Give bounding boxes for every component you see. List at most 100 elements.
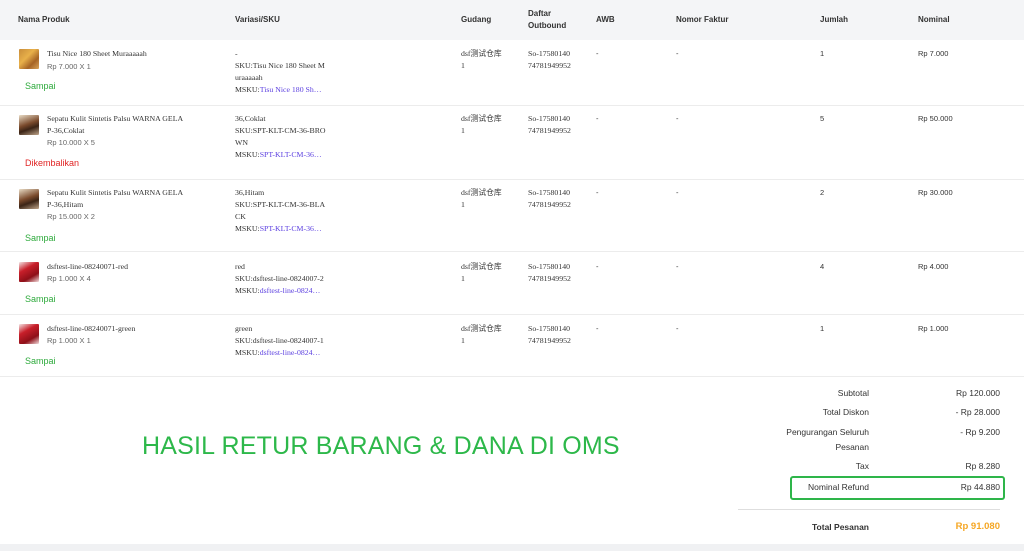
sku-line1: SKU:SPT-KLT-CM-36-BRO <box>235 126 326 135</box>
warehouse-line2: 1 <box>461 200 465 209</box>
warehouse-line2: 1 <box>461 336 465 345</box>
header-outbound-line2: Outbound <box>528 21 567 30</box>
variant-name: red <box>235 262 245 271</box>
sku-line1: SKU:dsftest-line-0824007-1 <box>235 336 324 345</box>
subtotal-label: Subtotal <box>837 388 869 398</box>
warehouse-line2: 1 <box>461 61 465 70</box>
header-warehouse: Gudang <box>461 15 492 24</box>
outbound-line2: 74781949952 <box>528 61 571 70</box>
header-qty: Jumlah <box>820 15 849 24</box>
discount-label: Total Diskon <box>822 407 869 417</box>
qty-value: 4 <box>820 262 825 271</box>
awb-value: - <box>596 114 599 123</box>
reduction-label-line1: Pengurangan Seluruh <box>786 427 869 437</box>
header-outbound-line1: Daftar <box>528 9 552 18</box>
product-name: Tisu Nice 180 Sheet Muraaaaah <box>47 49 147 58</box>
outbound-line2: 74781949952 <box>528 336 571 345</box>
variant-name: green <box>235 324 253 333</box>
msku-link[interactable]: dsftest-line-0824… <box>260 348 321 357</box>
msku-label: MSKU: <box>235 348 260 357</box>
msku-link[interactable]: dsftest-line-0824… <box>260 286 321 295</box>
status-badge: Sampai <box>25 356 56 366</box>
warehouse-line1: dsf测试仓库 <box>461 114 502 123</box>
table-row[interactable]: Sepatu Kulit Sintetis Palsu WARNA GELA P… <box>0 106 1024 180</box>
table-row[interactable]: Tisu Nice 180 Sheet Muraaaaah Rp 7.000 X… <box>0 40 1024 106</box>
invoice-value: - <box>676 262 679 271</box>
outbound-line1: So-17580140 <box>528 262 571 271</box>
amount-value: Rp 30.000 <box>918 188 953 197</box>
msku-link[interactable]: SPT-KLT-CM-36… <box>260 224 322 233</box>
msku: MSKU:SPT-KLT-CM-36… <box>235 149 322 162</box>
warehouse-line1: dsf测试仓库 <box>461 188 502 197</box>
product-price: Rp 1.000 X 1 <box>47 336 91 345</box>
qty-value: 1 <box>820 324 825 333</box>
qty-value: 2 <box>820 188 825 197</box>
subtotal-value: Rp 120.000 <box>956 388 1000 398</box>
header-product: Nama Produk <box>18 15 70 24</box>
product-name: dsftest-line-08240071-red <box>47 262 128 271</box>
shoe-thumbnail <box>19 189 39 209</box>
outbound-line2: 74781949952 <box>528 274 571 283</box>
amount-value: Rp 50.000 <box>918 114 953 123</box>
status-badge: Sampai <box>25 294 56 304</box>
table-row[interactable]: Sepatu Kulit Sintetis Palsu WARNA GELA P… <box>0 180 1024 252</box>
msku: MSKU:dsftest-line-0824… <box>235 285 320 298</box>
product-price: Rp 15.000 X 2 <box>47 212 95 221</box>
warehouse-line1: dsf测试仓库 <box>461 324 502 333</box>
shoe-thumbnail <box>19 115 39 135</box>
table-header: Nama Produk Variasi/SKU Gudang Daftar Ou… <box>0 0 1024 40</box>
msku-label: MSKU: <box>235 286 260 295</box>
outbound-line1: So-17580140 <box>528 114 571 123</box>
awb-value: - <box>596 262 599 271</box>
sku-line2: CK <box>235 212 246 221</box>
product-price: Rp 7.000 X 1 <box>47 62 91 71</box>
total-value: Rp 91.080 <box>955 521 1000 532</box>
product-name-line1: Sepatu Kulit Sintetis Palsu WARNA GELA <box>47 188 184 197</box>
table-row[interactable]: dsftest-line-08240071-red Rp 1.000 X 4 S… <box>0 252 1024 315</box>
warehouse-line1: dsf测试仓库 <box>461 49 502 58</box>
table-row[interactable]: dsftest-line-08240071-green Rp 1.000 X 1… <box>0 315 1024 377</box>
awb-value: - <box>596 188 599 197</box>
msku-label: MSKU: <box>235 150 260 159</box>
awb-value: - <box>596 49 599 58</box>
outbound-line1: So-17580140 <box>528 324 571 333</box>
tax-value: Rp 8.280 <box>965 461 1001 471</box>
sku-line1: SKU:dsftest-line-0824007-2 <box>235 274 324 283</box>
amount-value: Rp 4.000 <box>918 262 949 271</box>
msku-link[interactable]: Tisu Nice 180 Sh… <box>260 85 322 94</box>
msku-label: MSKU: <box>235 224 260 233</box>
product-name-line2: P-36,Hitam <box>47 200 84 209</box>
product-name-line2: P-36,Coklat <box>47 126 85 135</box>
tax-label: Tax <box>855 461 869 471</box>
invoice-value: - <box>676 324 679 333</box>
header-awb: AWB <box>596 15 615 24</box>
warehouse-line2: 1 <box>461 274 465 283</box>
variant-name: - <box>235 49 238 58</box>
overlay-annotation: HASIL RETUR BARANG & DANA DI OMS <box>142 432 620 460</box>
outbound-line2: 74781949952 <box>528 200 571 209</box>
product-name-line1: Sepatu Kulit Sintetis Palsu WARNA GELA <box>47 114 184 123</box>
sku-line1: SKU:Tisu Nice 180 Sheet M <box>235 61 325 70</box>
invoice-value: - <box>676 188 679 197</box>
status-badge: Dikembalikan <box>25 158 80 168</box>
warehouse-line2: 1 <box>461 126 465 135</box>
sku-line2: WN <box>235 138 248 147</box>
msku: MSKU:SPT-KLT-CM-36… <box>235 223 322 236</box>
sku-line2: uraaaaah <box>235 73 263 82</box>
variant-name: 36,Coklat <box>235 114 266 123</box>
invoice-value: - <box>676 49 679 58</box>
header-variant: Variasi/SKU <box>235 15 280 24</box>
msku-link[interactable]: SPT-KLT-CM-36… <box>260 150 322 159</box>
product-price: Rp 1.000 X 4 <box>47 274 91 283</box>
outbound-line1: So-17580140 <box>528 49 571 58</box>
outbound-line2: 74781949952 <box>528 126 571 135</box>
sku-line1: SKU:SPT-KLT-CM-36-BLA <box>235 200 326 209</box>
warehouse-line1: dsf测试仓库 <box>461 262 502 271</box>
msku: MSKU:Tisu Nice 180 Sh… <box>235 84 322 97</box>
total-label: Total Pesanan <box>812 522 869 532</box>
reduction-label-line2: Pesanan <box>835 442 869 452</box>
red-product-thumbnail <box>19 262 39 282</box>
red-product-thumbnail <box>19 324 39 344</box>
qty-value: 1 <box>820 49 825 58</box>
header-invoice: Nomor Faktur <box>676 15 729 24</box>
